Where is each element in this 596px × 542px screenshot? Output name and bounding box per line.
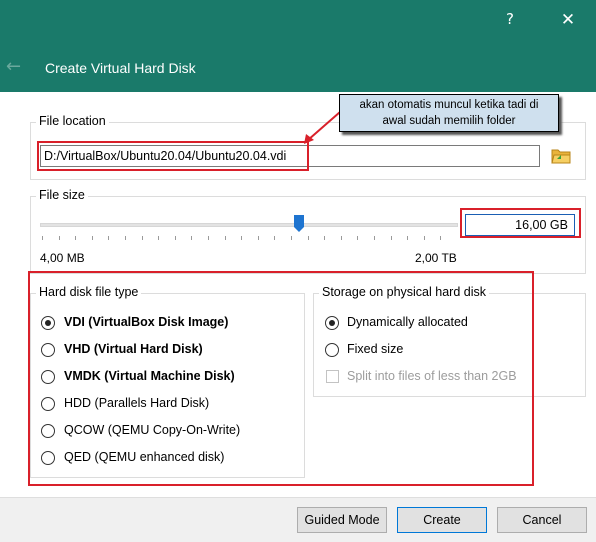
file-location-label: File location	[36, 114, 109, 128]
annotation-callout: akan otomatis muncul ketika tadi di awal…	[339, 94, 559, 132]
size-slider-track[interactable]	[40, 223, 458, 227]
slider-tick	[224, 236, 226, 240]
callout-arrow	[304, 111, 341, 144]
folder-icon[interactable]	[551, 146, 571, 164]
slider-tick	[291, 236, 292, 240]
size-slider-thumb[interactable]	[294, 215, 305, 232]
slider-tick	[158, 236, 160, 240]
options-highlight-box	[28, 271, 534, 486]
slider-tick	[191, 236, 193, 240]
back-arrow-icon[interactable]: ←	[6, 56, 21, 77]
slider-tick	[407, 236, 409, 240]
size-min-label: 4,00 MB	[40, 251, 85, 265]
dialog-title: Create Virtual Hard Disk	[45, 60, 196, 76]
path-highlight-box	[37, 141, 309, 171]
slider-tick	[141, 236, 143, 240]
slider-tick	[390, 236, 392, 240]
create-button[interactable]: Create	[397, 507, 487, 533]
slider-tick	[125, 236, 126, 240]
slider-tick	[257, 236, 259, 240]
annotation-line-1: akan otomatis muncul ketika tadi di	[359, 99, 539, 111]
slider-tick	[340, 236, 342, 240]
guided-mode-button[interactable]: Guided Mode	[297, 507, 387, 533]
slider-tick	[208, 236, 209, 240]
slider-tick	[108, 236, 110, 240]
slider-tick	[324, 236, 326, 240]
slider-tick	[307, 236, 309, 240]
slider-tick	[374, 236, 375, 240]
annotation-line-2: awal sudah memilih folder	[382, 115, 516, 127]
slider-tick	[91, 236, 93, 240]
size-highlight-box	[460, 208, 581, 238]
dialog-header: ? ✕ ← Create Virtual Hard Disk	[0, 0, 596, 92]
close-button[interactable]: ✕	[558, 10, 578, 30]
slider-tick	[241, 236, 243, 240]
file-size-label: File size	[36, 188, 88, 202]
cancel-button[interactable]: Cancel	[497, 507, 587, 533]
slider-tick	[357, 236, 359, 240]
slider-tick	[423, 236, 425, 240]
slider-tick	[75, 236, 77, 240]
size-max-label: 2,00 TB	[415, 251, 457, 265]
slider-tick	[58, 236, 60, 240]
help-button[interactable]: ?	[500, 10, 520, 30]
slider-tick	[274, 236, 276, 240]
slider-tick	[42, 236, 43, 240]
slider-tick	[174, 236, 176, 240]
slider-tick	[440, 236, 442, 240]
